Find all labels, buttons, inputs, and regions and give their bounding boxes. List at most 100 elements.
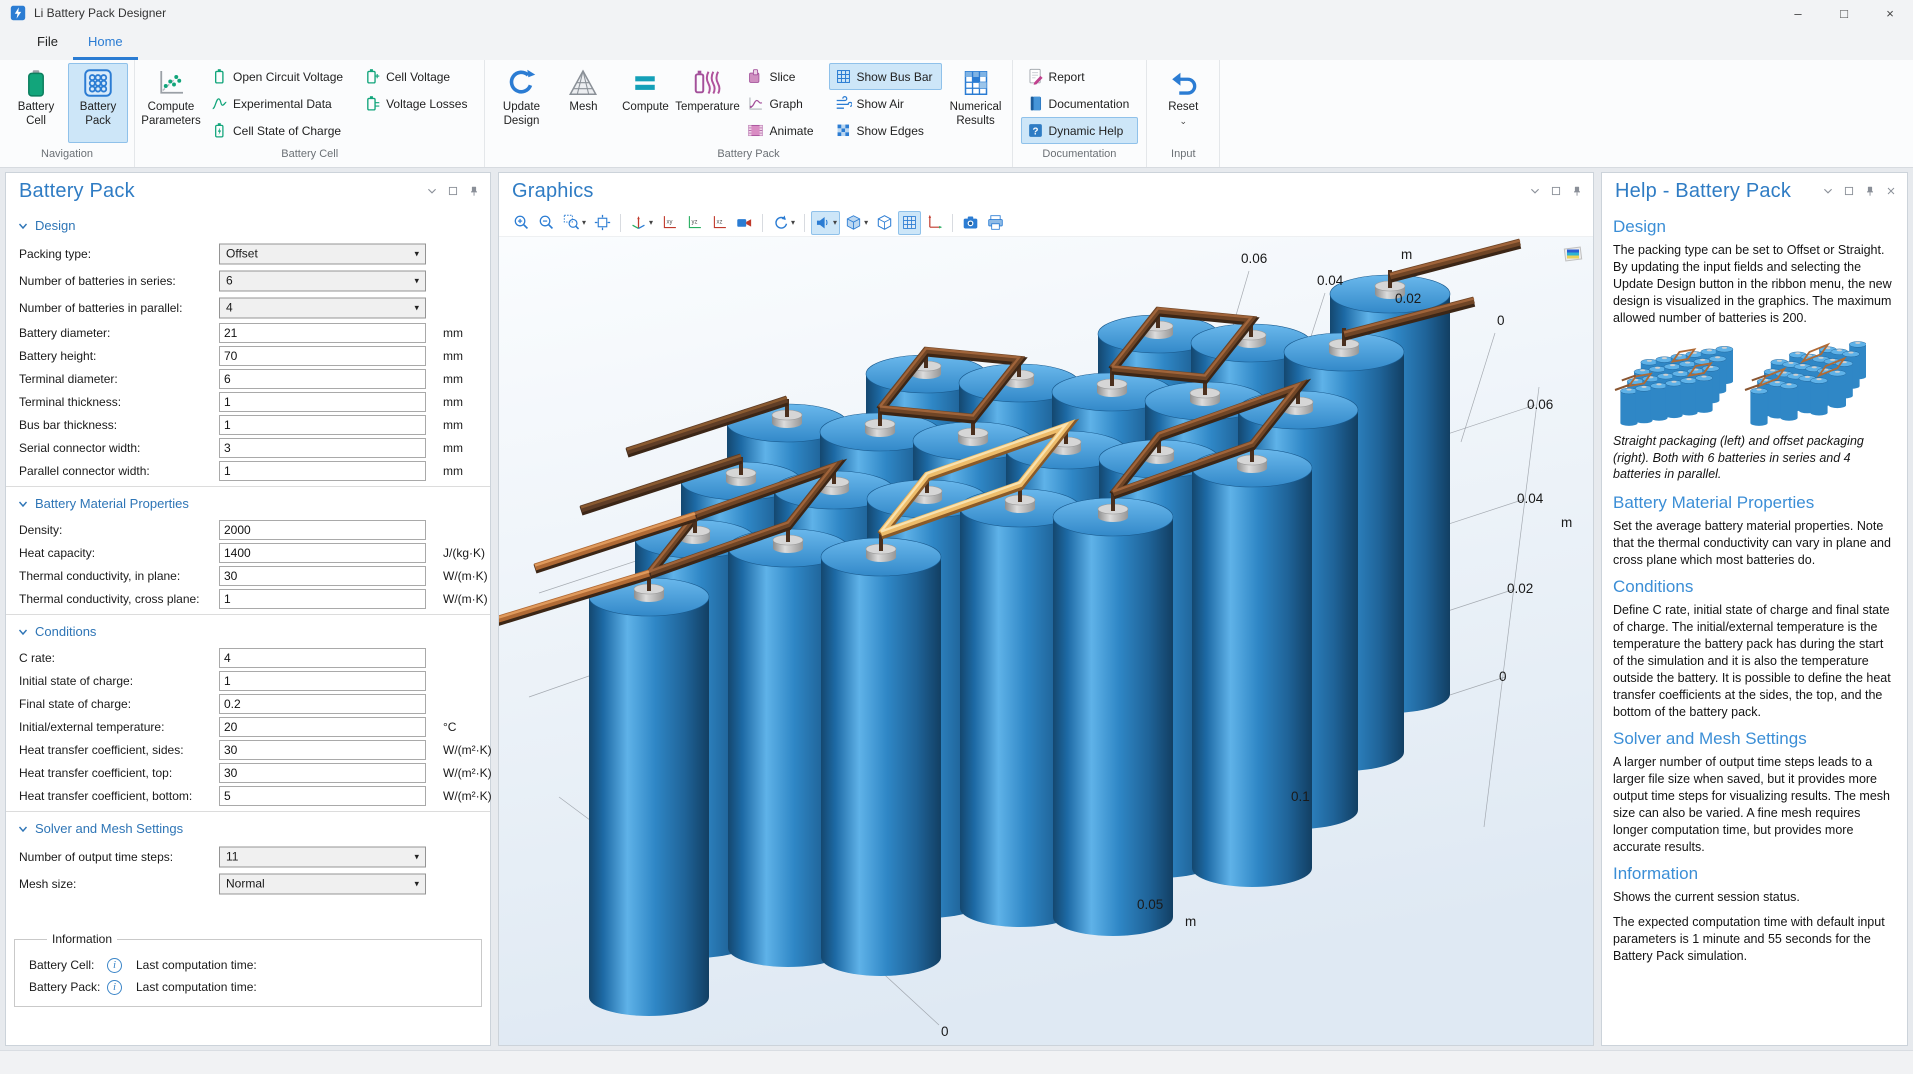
toolbar-button-zoom-in[interactable]: [510, 211, 533, 235]
ribbon-button-reset[interactable]: Reset⌄: [1153, 63, 1213, 143]
toolbar-button-axis-indicator[interactable]: [923, 211, 946, 235]
toolbar-button-transparency-cube[interactable]: ▾: [842, 211, 871, 235]
settings-panel-pin-button[interactable]: [468, 185, 480, 197]
window-maximize-button[interactable]: □: [1821, 0, 1867, 26]
graphics-panel-pin-button[interactable]: [1571, 185, 1583, 197]
ribbon-button-temperature[interactable]: Temperature: [677, 63, 737, 143]
input-terminal-diameter[interactable]: [219, 369, 426, 389]
ribbon-button-mesh[interactable]: Mesh: [553, 63, 613, 143]
toolbar-button-view-camera[interactable]: [733, 211, 756, 235]
input-heat-capacity[interactable]: [219, 543, 426, 563]
input-density[interactable]: [219, 520, 426, 540]
help-panel-pin-button[interactable]: [1864, 185, 1876, 197]
input-bus-bar-thickness[interactable]: [219, 415, 426, 435]
input-battery-height[interactable]: [219, 346, 426, 366]
toolbar-button-view-yz[interactable]: yz: [683, 211, 706, 235]
toolbar-button-scene-light[interactable]: ▾: [811, 211, 840, 235]
ribbon-button-graph[interactable]: Graph: [741, 90, 822, 117]
ribbon-button-open-circuit-voltage[interactable]: Open Circuit Voltage: [205, 63, 352, 90]
chevron-down-icon: ▾: [414, 302, 419, 313]
toolbar-button-view-box[interactable]: [873, 211, 896, 235]
ribbon-button-voltage-losses[interactable]: Voltage Losses: [358, 90, 476, 117]
select-packing-type[interactable]: Offset▾: [219, 243, 426, 264]
section-header-conditions[interactable]: Conditions: [6, 615, 490, 646]
toolbar-button-zoom-extents[interactable]: [591, 211, 614, 235]
graphics-panel-chevron-down-button[interactable]: [1529, 185, 1541, 197]
settings-panel-float-button[interactable]: [447, 185, 459, 197]
section-header-solver-and-mesh-settings[interactable]: Solver and Mesh Settings: [6, 812, 490, 843]
help-paragraph: Shows the current session status.: [1613, 889, 1896, 906]
graphics-panel-float-button[interactable]: [1550, 185, 1562, 197]
color-legend-button[interactable]: [1561, 243, 1585, 263]
input-c-rate[interactable]: [219, 648, 426, 668]
menu-tab-home[interactable]: Home: [73, 27, 138, 60]
select-number-of-batteries-in-series[interactable]: 6▾: [219, 270, 426, 291]
ribbon-button-report[interactable]: Report: [1021, 63, 1139, 90]
ribbon-button-slice[interactable]: Slice: [741, 63, 822, 90]
section-header-design[interactable]: Design: [6, 209, 490, 240]
select-mesh-size[interactable]: Normal▾: [219, 873, 426, 894]
ribbon-button-show-air[interactable]: Show Air: [829, 90, 942, 117]
input-initial-state-of-charge[interactable]: [219, 671, 426, 691]
toolbar-button-zoom-box[interactable]: ▾: [560, 211, 589, 235]
info-icon[interactable]: i: [107, 958, 122, 973]
info-icon[interactable]: i: [107, 980, 122, 995]
toolbar-button-view-xz[interactable]: xz: [708, 211, 731, 235]
toolbar-button-rotate[interactable]: ▾: [769, 211, 798, 235]
input-serial-connector-width[interactable]: [219, 438, 426, 458]
ribbon-button-compute-parameters[interactable]: ComputeParameters: [141, 63, 201, 143]
ribbon-button-numerical-results[interactable]: NumericalResults: [946, 63, 1006, 143]
ribbon-button-battery-cell[interactable]: BatteryCell: [6, 63, 66, 143]
input-heat-transfer-coefficient-top[interactable]: [219, 763, 426, 783]
ribbon-button-experimental-data[interactable]: Experimental Data: [205, 90, 352, 117]
ribbon-button-cell-state-of-charge[interactable]: Cell State of Charge: [205, 117, 352, 144]
input-heat-transfer-coefficient-sides[interactable]: [219, 740, 426, 760]
ribbon-button-dynamic-help[interactable]: ?Dynamic Help: [1021, 117, 1139, 144]
help-panel-close-button[interactable]: [1885, 185, 1897, 197]
form-row: Bus bar thickness:mm: [6, 413, 490, 436]
toolbar-separator: [620, 214, 621, 232]
input-final-state-of-charge[interactable]: [219, 694, 426, 714]
settings-panel-chevron-down-button[interactable]: [426, 185, 438, 197]
help-panel-float-button[interactable]: [1843, 185, 1855, 197]
input-parallel-connector-width[interactable]: [219, 461, 426, 481]
menu-tab-file[interactable]: File: [22, 27, 73, 60]
form-row: Density:: [6, 518, 490, 541]
ribbon-button-documentation[interactable]: Documentation: [1021, 90, 1139, 117]
section-header-battery-material-properties[interactable]: Battery Material Properties: [6, 487, 490, 518]
input-battery-diameter[interactable]: [219, 323, 426, 343]
3d-viewport[interactable]: 0.060.040.020m0.060.040.020m0.10.050m: [499, 237, 1593, 1045]
form-row: Number of batteries in parallel:4▾: [6, 294, 490, 321]
ribbon-button-animate[interactable]: Animate: [741, 117, 822, 144]
input-thermal-conductivity-cross-plane[interactable]: [219, 589, 426, 609]
slice-icon: [747, 68, 764, 85]
ribbon-button-battery-pack[interactable]: BatteryPack: [68, 63, 128, 143]
help-heading-solver-and-mesh-settings: Solver and Mesh Settings: [1613, 729, 1896, 749]
z-axis-tick-label: 0.02: [1507, 581, 1533, 596]
ribbon-button-cell-voltage[interactable]: Cell Voltage: [358, 63, 476, 90]
window-close-button[interactable]: ×: [1867, 0, 1913, 26]
toolbar-button-zoom-out[interactable]: [535, 211, 558, 235]
input-terminal-thickness[interactable]: [219, 392, 426, 412]
form-row: Number of output time steps:11▾: [6, 843, 490, 870]
select-number-of-batteries-in-parallel[interactable]: 4▾: [219, 297, 426, 318]
form-row: Heat transfer coefficient, top:W/(m²·K): [6, 761, 490, 784]
toolbar-button-print[interactable]: [984, 211, 1007, 235]
input-initial-external-temperature[interactable]: [219, 717, 426, 737]
input-thermal-conductivity-in-plane[interactable]: [219, 566, 426, 586]
help-paragraph: Define C rate, initial state of charge a…: [1613, 602, 1896, 721]
ribbon-button-update-design[interactable]: UpdateDesign: [491, 63, 551, 143]
toolbar-button-view-xy[interactable]: xy: [658, 211, 681, 235]
ribbon-button-compute[interactable]: Compute: [615, 63, 675, 143]
ribbon-button-show-edges[interactable]: Show Edges: [829, 117, 942, 144]
window-minimize-button[interactable]: –: [1775, 0, 1821, 26]
toolbar-button-grid[interactable]: [898, 211, 921, 235]
toolbar-button-snapshot[interactable]: [959, 211, 982, 235]
select-number-of-output-time-steps[interactable]: 11▾: [219, 846, 426, 867]
ribbon-button-show-bus-bar[interactable]: Show Bus Bar: [829, 63, 942, 90]
chevron-down-icon: [18, 499, 28, 509]
toolbar-button-view-default[interactable]: ▾: [627, 211, 656, 235]
input-heat-transfer-coefficient-bottom[interactable]: [219, 786, 426, 806]
chevron-down-icon: [18, 824, 28, 834]
help-panel-chevron-down-button[interactable]: [1822, 185, 1834, 197]
